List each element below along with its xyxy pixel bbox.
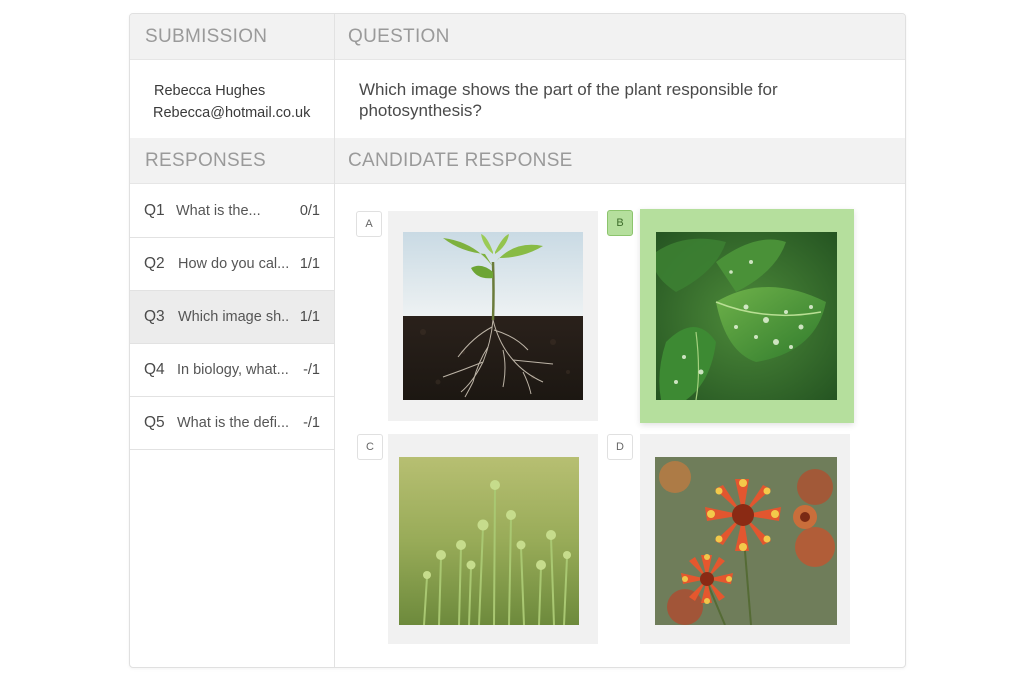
candidate-response-header: CANDIDATE RESPONSE — [335, 138, 905, 184]
option-b-letter[interactable]: B — [607, 210, 633, 236]
response-item-q4[interactable]: Q4 In biology, what... -/1 — [130, 344, 334, 397]
seedling-with-roots-image — [403, 232, 583, 400]
response-score: -/1 — [303, 362, 320, 378]
response-score: 1/1 — [299, 256, 320, 272]
response-question-preview: Which image sh.. — [178, 309, 290, 325]
submitter-email: Rebecca@hotmail.co.uk — [153, 105, 311, 121]
response-number: Q4 — [144, 361, 165, 378]
responses-header: RESPONSES — [130, 138, 334, 184]
red-yellow-flowers-image — [655, 457, 837, 625]
option-c-card[interactable] — [388, 434, 598, 644]
response-score: 1/1 — [299, 309, 320, 325]
response-question-preview: In biology, what... — [177, 362, 289, 378]
response-question-preview: What is the defi... — [177, 415, 290, 431]
response-score: 0/1 — [299, 203, 320, 219]
green-leaves-with-water-drops-image — [656, 232, 837, 400]
question-header: QUESTION — [335, 14, 905, 60]
submitter-name: Rebecca Hughes — [154, 83, 266, 99]
response-item-q2[interactable]: Q2 How do you cal... 1/1 — [130, 238, 334, 291]
option-a-letter[interactable]: A — [356, 211, 382, 237]
response-item-q1[interactable]: Q1 What is the... 0/1 — [130, 185, 334, 238]
submitter-info: Rebecca Hughes Rebecca@hotmail.co.uk — [153, 80, 311, 124]
response-number: Q2 — [144, 255, 165, 272]
green-flower-buds-image — [399, 457, 579, 625]
response-number: Q3 — [144, 308, 165, 325]
submission-header: SUBMISSION — [130, 14, 334, 60]
grading-panel: SUBMISSION QUESTION Rebecca Hughes Rebec… — [129, 13, 906, 668]
response-number: Q5 — [144, 414, 165, 431]
question-text: Which image shows the part of the plant … — [359, 80, 778, 120]
option-b-card[interactable] — [640, 209, 854, 423]
response-question-preview: How do you cal... — [178, 256, 290, 272]
column-divider — [334, 14, 335, 667]
response-question-preview: What is the... — [176, 203, 261, 219]
option-d-letter[interactable]: D — [607, 434, 633, 460]
responses-list: Q1 What is the... 0/1 Q2 How do you cal.… — [130, 185, 334, 450]
option-a-card[interactable] — [388, 211, 598, 421]
response-item-q3[interactable]: Q3 Which image sh.. 1/1 — [130, 291, 334, 344]
response-number: Q1 — [144, 202, 165, 219]
option-c-letter[interactable]: C — [357, 434, 383, 460]
response-item-q5[interactable]: Q5 What is the defi... -/1 — [130, 397, 334, 450]
response-score: -/1 — [303, 415, 320, 431]
option-d-card[interactable] — [640, 434, 850, 644]
